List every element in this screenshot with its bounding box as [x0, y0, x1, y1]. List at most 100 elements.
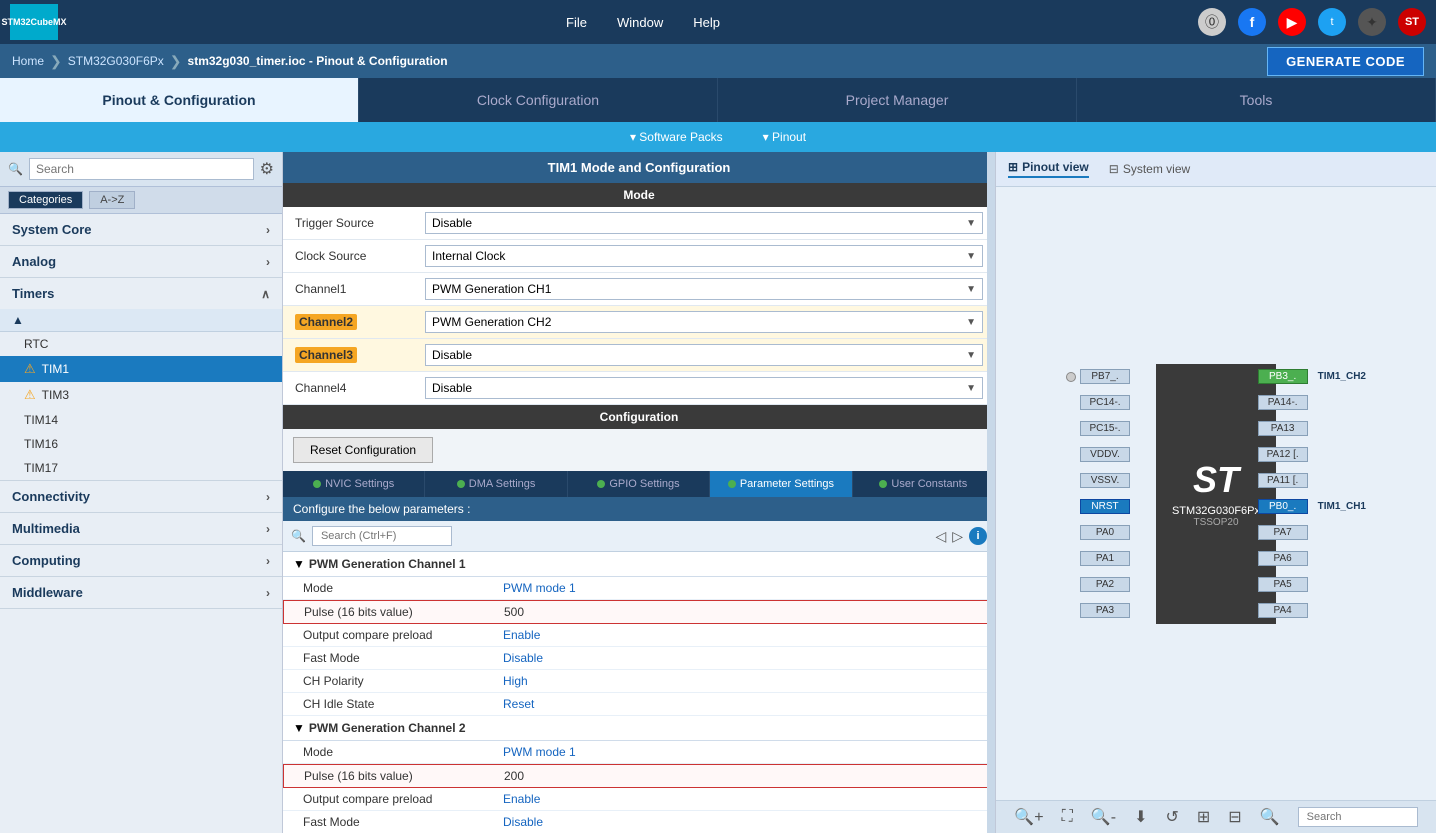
- pwm-ch1-idle-name: CH Idle State: [303, 697, 503, 711]
- channel4-select[interactable]: Disable ▼: [425, 377, 983, 399]
- tab-dma-settings[interactable]: DMA Settings: [425, 471, 567, 497]
- sidebar-group-header-connectivity[interactable]: Connectivity ›: [0, 481, 282, 512]
- tab-project-manager[interactable]: Project Manager: [718, 78, 1077, 122]
- pin-box-vddv: VDDV.: [1080, 447, 1130, 462]
- rtc-label: RTC: [24, 337, 48, 351]
- sub-bar-pinout[interactable]: ▾ Pinout: [763, 130, 806, 144]
- info-icon[interactable]: i: [969, 527, 987, 545]
- icon-network[interactable]: ✦: [1358, 8, 1386, 36]
- breadcrumb-file[interactable]: stm32g030_timer.ioc - Pinout & Configura…: [188, 54, 448, 68]
- tab-system-view[interactable]: ⊟ System view: [1109, 162, 1190, 176]
- menu-help[interactable]: Help: [693, 15, 720, 30]
- sidebar-group-header-computing[interactable]: Computing ›: [0, 545, 282, 576]
- sidebar-search-bar: 🔍 ⚙: [0, 152, 282, 187]
- tab-clock-configuration[interactable]: Clock Configuration: [359, 78, 718, 122]
- breadcrumb-device[interactable]: STM32G030F6Px: [68, 54, 164, 68]
- zoom-in-icon[interactable]: 🔍+: [1014, 807, 1043, 827]
- pwm-channel2-header[interactable]: ▼ PWM Generation Channel 2: [283, 716, 995, 741]
- pin-box-pa13: PA13: [1258, 421, 1308, 436]
- menubar: STM32 CubeMX File Window Help ⓪ f ▶ t ✦ …: [0, 0, 1436, 44]
- pwm-channel1-header[interactable]: ▼ PWM Generation Channel 1: [283, 552, 995, 577]
- main-tabs: Pinout & Configuration Clock Configurati…: [0, 78, 1436, 122]
- sidebar-item-tim17[interactable]: TIM17: [0, 456, 282, 480]
- tab-tools[interactable]: Tools: [1077, 78, 1436, 122]
- sidebar-group-header-analog[interactable]: Analog ›: [0, 246, 282, 277]
- param-dot: [728, 480, 736, 488]
- tab-gpio-settings[interactable]: GPIO Settings: [568, 471, 710, 497]
- chevron-right-icon-multimedia: ›: [266, 522, 270, 536]
- tab-parameter-settings[interactable]: Parameter Settings: [710, 471, 852, 497]
- fit-screen-icon[interactable]: ⛶: [1062, 808, 1073, 826]
- pin-box-pb3: PB3_.: [1258, 369, 1308, 384]
- layout-icon[interactable]: ⊟: [1228, 807, 1241, 827]
- sidebar-group-header-timers[interactable]: Timers ∧: [0, 278, 282, 309]
- zoom-out-icon[interactable]: 🔍-: [1091, 807, 1116, 827]
- sidebar-tab-az[interactable]: A->Z: [89, 191, 135, 209]
- icon-twitter[interactable]: t: [1318, 8, 1346, 36]
- icon-st[interactable]: ST: [1398, 8, 1426, 36]
- rotate-icon[interactable]: ↺: [1165, 807, 1178, 827]
- pwm-ch1-polarity-value: High: [503, 674, 528, 688]
- sidebar-group-timers: Timers ∧ ▲ RTC ⚠ TIM1 ⚠ TIM3 T: [0, 278, 282, 481]
- sidebar-group-header-middleware[interactable]: Middleware ›: [0, 577, 282, 608]
- menu-window[interactable]: Window: [617, 15, 663, 30]
- icon-facebook[interactable]: f: [1238, 8, 1266, 36]
- sidebar-group-header-multimedia[interactable]: Multimedia ›: [0, 513, 282, 544]
- channel4-label: Channel4: [295, 381, 425, 395]
- sidebar-item-tim1[interactable]: ⚠ TIM1: [0, 356, 282, 382]
- chip-search-icon[interactable]: 🔍: [1260, 807, 1280, 827]
- pwm-ch2-pulse-row[interactable]: Pulse (16 bits value) 200: [283, 764, 995, 788]
- pwm-ch1-fast-name: Fast Mode: [303, 651, 503, 665]
- chip-search-input[interactable]: [1298, 807, 1418, 827]
- sidebar-search-input[interactable]: [29, 158, 254, 180]
- channel3-select[interactable]: Disable ▼: [425, 344, 983, 366]
- pwm-channel1-label: PWM Generation Channel 1: [309, 557, 466, 571]
- chevron-right-icon-analog: ›: [266, 255, 270, 269]
- system-view-label: System view: [1123, 162, 1190, 176]
- reset-configuration-button[interactable]: Reset Configuration: [293, 437, 433, 463]
- breadcrumb-home[interactable]: Home: [12, 54, 44, 68]
- pwm-ch1-mode-name: Mode: [303, 581, 503, 595]
- pwm-channel1-expand-icon: ▼: [293, 557, 305, 571]
- chip-pins-right: PB3_. TIM1_CH2 PA14-. PA13 PA12 [. PA11 …: [1258, 364, 1366, 624]
- menu-file[interactable]: File: [566, 15, 587, 30]
- tab-pinout-view[interactable]: ⊞ Pinout view: [1008, 160, 1089, 178]
- pwm-ch1-preload-name: Output compare preload: [303, 628, 503, 642]
- grid-icon[interactable]: ⊞: [1197, 807, 1210, 827]
- center-scrollbar[interactable]: [987, 152, 995, 833]
- pin-box-pa2: PA2: [1080, 577, 1130, 592]
- param-right-arrow-icon[interactable]: ▷: [952, 528, 963, 545]
- tab-pinout-configuration[interactable]: Pinout & Configuration: [0, 78, 359, 122]
- pin-box-pa3: PA3: [1080, 603, 1130, 618]
- generate-code-button[interactable]: GENERATE CODE: [1267, 47, 1424, 76]
- chip-pins-left: PB7_. PC14-. PC15-. VDDV. VSSV.: [1066, 364, 1130, 624]
- center-scroll: Mode Trigger Source Disable ▼ Clock Sour…: [283, 183, 995, 833]
- pin-pa11: PA11 [.: [1258, 473, 1366, 488]
- trigger-source-select[interactable]: Disable ▼: [425, 212, 983, 234]
- sidebar-item-rtc[interactable]: RTC: [0, 332, 282, 356]
- icon-youtube[interactable]: ▶: [1278, 8, 1306, 36]
- sidebar-group-label-analog: Analog: [12, 254, 56, 269]
- sidebar-item-tim3[interactable]: ⚠ TIM3: [0, 382, 282, 408]
- tab-user-constants[interactable]: User Constants: [853, 471, 995, 497]
- tab-nvic-settings[interactable]: NVIC Settings: [283, 471, 425, 497]
- tim17-label: TIM17: [24, 461, 58, 475]
- export-icon[interactable]: ⬇: [1134, 807, 1147, 827]
- pwm-ch2-pulse-name: Pulse (16 bits value): [304, 769, 504, 783]
- sidebar-gear-icon[interactable]: ⚙: [260, 159, 274, 179]
- sidebar-tab-categories[interactable]: Categories: [8, 191, 83, 209]
- sidebar-group-middleware: Middleware ›: [0, 577, 282, 609]
- pwm-ch1-pulse-row[interactable]: Pulse (16 bits value) 500: [283, 600, 995, 624]
- param-left-arrow-icon[interactable]: ◁: [935, 528, 946, 545]
- icon-anniversary[interactable]: ⓪: [1198, 8, 1226, 36]
- sidebar-item-tim14[interactable]: TIM14: [0, 408, 282, 432]
- pwm-ch2-mode-name: Mode: [303, 745, 503, 759]
- channel1-select[interactable]: PWM Generation CH1 ▼: [425, 278, 983, 300]
- clock-source-select[interactable]: Internal Clock ▼: [425, 245, 983, 267]
- sub-bar-software-packs[interactable]: ▾ Software Packs: [630, 130, 723, 144]
- pin-box-vssv: VSSV.: [1080, 473, 1130, 488]
- sidebar-group-header-system-core[interactable]: System Core ›: [0, 214, 282, 245]
- channel2-select[interactable]: PWM Generation CH2 ▼: [425, 311, 983, 333]
- sidebar-item-tim16[interactable]: TIM16: [0, 432, 282, 456]
- param-search-input[interactable]: [312, 526, 452, 546]
